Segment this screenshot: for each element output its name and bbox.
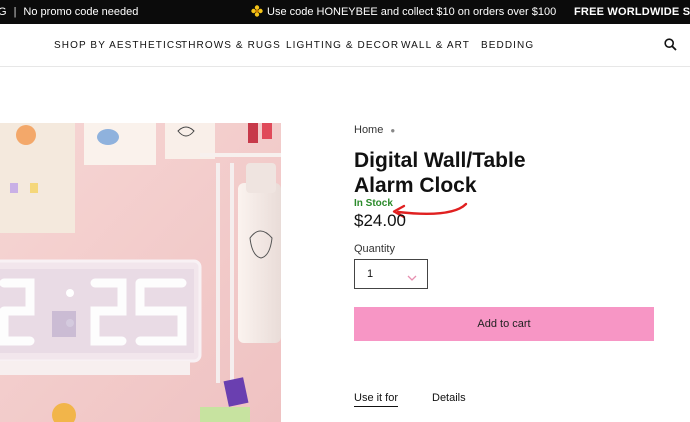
announcement-left: G | No promo code needed [0, 6, 138, 18]
product-title: Digital Wall/Table Alarm Clock [354, 148, 604, 198]
product-title-line-1: Digital Wall/Table [354, 149, 526, 172]
quantity-value: 1 [367, 268, 374, 280]
nav-item-wall-art[interactable]: WALL & ART [401, 40, 470, 51]
product-image[interactable] [0, 123, 281, 422]
tab-details[interactable]: Details [432, 392, 466, 404]
tab-use-it-for[interactable]: Use it for [354, 392, 399, 407]
announcement-bar: G | No promo code needed Use code HONEYB… [0, 0, 690, 24]
main-navigation: SHOP BY AESTHETICS THROWS & RUGS LIGHTIN… [0, 24, 690, 67]
breadcrumb: Home ● [354, 124, 395, 136]
product-price: $24.00 [354, 211, 406, 230]
announcement-code-text: Use code HONEYBEE and collect $10 on ord… [267, 6, 557, 18]
announcement-shipping-text: FREE WORLDWIDE SHIPPING [574, 6, 690, 18]
nav-item-bedding[interactable]: BEDDING [481, 40, 534, 51]
chevron-down-icon [407, 269, 417, 287]
quantity-select[interactable]: 1 [354, 259, 428, 289]
add-to-cart-button[interactable]: Add to cart [354, 307, 654, 341]
flower-icon [251, 4, 263, 20]
breadcrumb-home-link[interactable]: Home [354, 124, 383, 136]
announcement-center: Use code HONEYBEE and collect $10 on ord… [251, 4, 557, 20]
announcement-prefix: G [0, 6, 7, 18]
announcement-divider: | [13, 6, 17, 18]
announcement-promo-text: No promo code needed [23, 6, 139, 18]
nav-item-shop-by-aesthetics[interactable]: SHOP BY AESTHETICS [54, 40, 183, 51]
stock-status: In Stock [354, 198, 393, 209]
product-title-line-2: Alarm Clock [354, 174, 477, 197]
nav-item-lighting-decor[interactable]: LIGHTING & DECOR [286, 40, 399, 51]
quantity-label: Quantity [354, 243, 395, 255]
breadcrumb-separator-icon: ● [390, 125, 396, 135]
search-icon[interactable] [664, 38, 678, 52]
nav-item-throws-rugs[interactable]: THROWS & RUGS [181, 40, 281, 51]
